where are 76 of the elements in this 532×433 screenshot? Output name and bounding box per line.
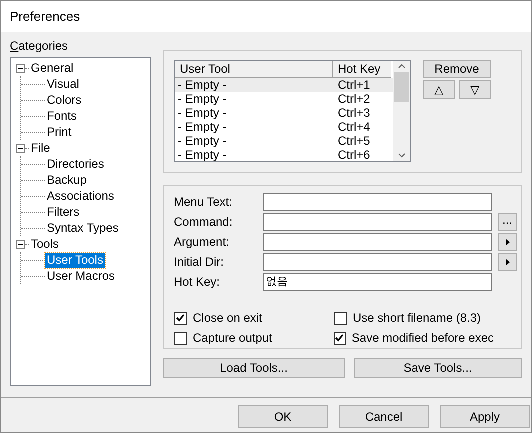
tree-item[interactable]: File (29, 140, 52, 156)
list-row[interactable]: - Empty - Ctrl+2 (175, 92, 393, 106)
checkmark-icon (176, 314, 185, 322)
tree-item[interactable]: Visual (45, 76, 82, 92)
tree-item[interactable]: Fonts (45, 108, 80, 124)
collapse-icon[interactable] (16, 240, 25, 248)
tree-item[interactable]: General (29, 60, 76, 76)
checkbox-label: Save modified before exec (352, 330, 494, 347)
field-label: Command: (174, 214, 234, 231)
list-cell-text: - Empty - (177, 78, 228, 92)
browse-button[interactable]: ... (498, 213, 517, 231)
tree-item[interactable]: Directories (45, 156, 106, 172)
checkbox[interactable] (334, 332, 346, 344)
save-tools-button[interactable]: Save Tools... (354, 358, 522, 378)
collapse-icon[interactable] (16, 144, 25, 152)
input-field[interactable] (263, 193, 492, 211)
dialog-button[interactable]: Cancel (339, 405, 429, 428)
tree-item[interactable]: Colors (45, 92, 84, 108)
tree-item[interactable]: User Macros (45, 268, 118, 284)
tree-item[interactable]: Syntax Types (45, 220, 121, 236)
scroll-down-icon[interactable] (398, 153, 406, 158)
remove-button[interactable]: Remove (423, 60, 491, 78)
checkmark-icon (335, 334, 344, 342)
window-title: Preferences (10, 8, 80, 26)
checkbox-label: Capture output (193, 330, 272, 347)
tree-item[interactable]: Tools (29, 236, 62, 252)
field-label: Menu Text: (174, 194, 234, 211)
input-field[interactable]: 없음 (263, 273, 492, 291)
checkbox[interactable] (174, 332, 187, 344)
input-field[interactable] (263, 233, 492, 251)
collapse-icon[interactable] (16, 64, 25, 72)
tree-item[interactable]: Print (45, 124, 74, 140)
column-header[interactable]: User Tool (175, 61, 333, 78)
list-cell-text: - Empty - (177, 148, 228, 162)
checkbox[interactable] (334, 312, 347, 324)
list-cell-text: - Empty - (177, 92, 228, 106)
tree-item[interactable]: Filters (45, 204, 82, 220)
list-cell-text: Ctrl+5 (337, 134, 370, 148)
load-tools-button[interactable]: Load Tools... (163, 358, 345, 378)
list-cell-text: - Empty - (177, 120, 228, 134)
dialog-button[interactable]: OK (238, 405, 328, 428)
list-cell-text: Ctrl+6 (337, 148, 370, 162)
scrollbar-thumb[interactable] (394, 72, 409, 102)
list-row[interactable]: - Empty - Ctrl+4 (175, 120, 393, 134)
scrollbar[interactable] (393, 61, 410, 161)
input-field[interactable] (263, 213, 492, 231)
checkbox-label: Use short filename (8.3) (353, 310, 482, 327)
list-row[interactable]: - Empty - Ctrl+1 (175, 78, 393, 92)
list-cell-text: Ctrl+1 (337, 78, 370, 92)
menu-button[interactable] (498, 233, 517, 251)
triangle-right-icon (506, 238, 510, 246)
column-header[interactable]: Hot Key (333, 61, 391, 78)
move-up-button[interactable]: △ (423, 80, 455, 99)
input-field[interactable] (263, 253, 492, 271)
list-cell-text: Ctrl+2 (337, 92, 370, 106)
triangle-right-icon (506, 258, 510, 266)
checkbox-label: Close on exit (193, 310, 262, 327)
list-cell-text: - Empty - (177, 134, 228, 148)
tree-item[interactable]: Associations (45, 188, 116, 204)
field-label: Initial Dir: (174, 254, 226, 271)
tree-item[interactable]: User Tools (45, 252, 106, 268)
scroll-up-icon[interactable] (398, 64, 406, 69)
menu-button[interactable] (498, 253, 517, 271)
dialog-button[interactable]: Apply (440, 405, 530, 428)
list-cell-text: - Empty - (177, 106, 228, 120)
field-label: Argument: (174, 234, 230, 251)
list-row[interactable]: - Empty - Ctrl+5 (175, 134, 393, 148)
list-row[interactable]: - Empty - Ctrl+6 (175, 148, 393, 162)
checkbox[interactable] (174, 312, 187, 324)
list-cell-text: Ctrl+3 (337, 106, 370, 120)
list-row[interactable]: - Empty - Ctrl+3 (175, 106, 393, 120)
field-label: Hot Key: (174, 274, 222, 291)
move-down-button[interactable]: ▽ (459, 80, 491, 99)
list-cell-text: Ctrl+4 (337, 120, 370, 134)
tree-item[interactable]: Backup (45, 172, 90, 188)
categories-label: Categories (10, 38, 70, 55)
